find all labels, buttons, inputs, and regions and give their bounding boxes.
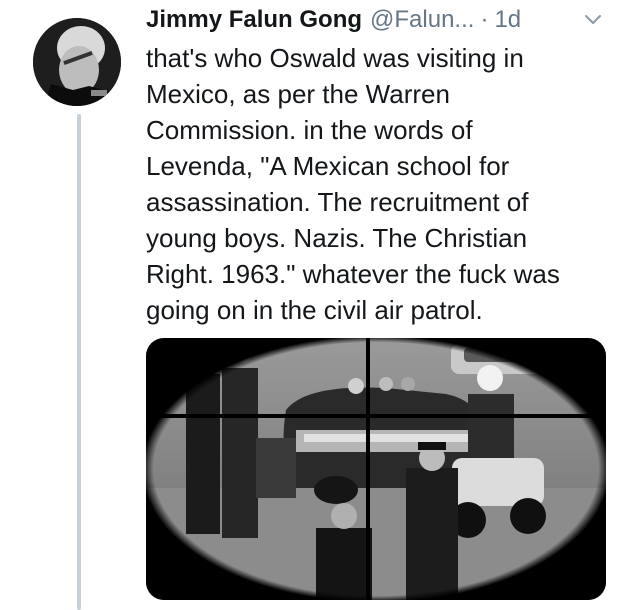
avatar-photo bbox=[33, 18, 121, 106]
tweet-text: that's who Oswald was visiting in Mexico… bbox=[146, 40, 621, 328]
author-handle[interactable]: @Falun... bbox=[370, 6, 474, 34]
tweet-header: Jimmy Falun Gong @Falun... · 1d bbox=[146, 4, 626, 36]
tweet-text-line: young boys. Nazis. The Christian bbox=[146, 223, 528, 253]
timestamp[interactable]: 1d bbox=[494, 6, 521, 34]
crosshair-scope-photo bbox=[146, 338, 606, 600]
tweet-text-line: going on in the civil air patrol. bbox=[146, 295, 483, 325]
tweet-text-line: Commission. in the words of bbox=[146, 115, 473, 145]
chevron-down-icon[interactable] bbox=[582, 8, 604, 30]
avatar[interactable] bbox=[33, 18, 121, 106]
tweet-text-line: assassination. The recruitment of bbox=[146, 187, 529, 217]
tweet-text-line: Right. 1963." whatever the fuck was bbox=[146, 259, 560, 289]
tweet-media-photo[interactable] bbox=[146, 338, 606, 600]
tweet-text-line: Levenda, "A Mexican school for bbox=[146, 151, 510, 181]
separator-dot: · bbox=[480, 6, 489, 33]
author-name[interactable]: Jimmy Falun Gong bbox=[146, 6, 362, 34]
thread-line bbox=[77, 114, 81, 610]
tweet-text-line: Mexico, as per the Warren bbox=[146, 79, 450, 109]
tweet-text-line: that's who Oswald was visiting in bbox=[146, 43, 524, 73]
